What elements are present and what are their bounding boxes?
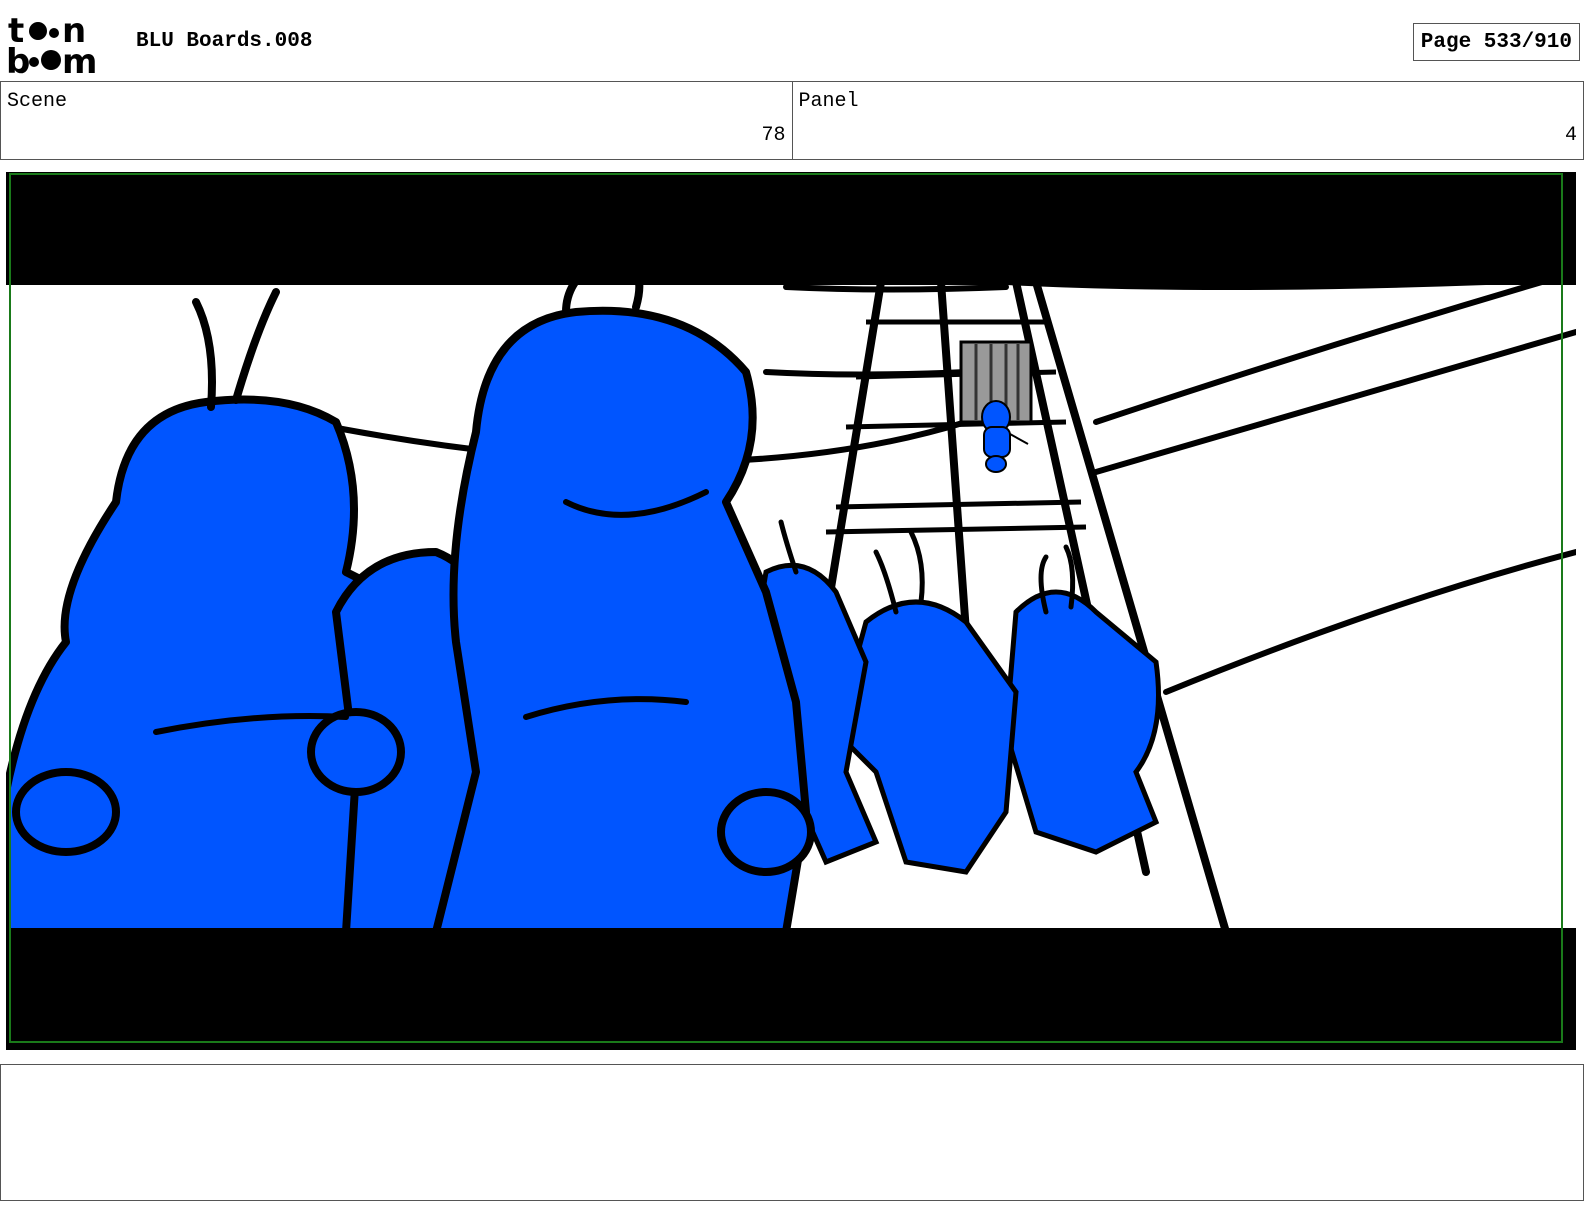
svg-text:m: m xyxy=(62,42,97,76)
scene-cell: Scene 78 xyxy=(1,82,792,159)
scene-panel-info: Scene 78 Panel 4 xyxy=(0,81,1584,160)
panel-cell: Panel 4 xyxy=(791,82,1584,159)
project-title: BLU Boards.008 xyxy=(136,30,313,53)
svg-text:b: b xyxy=(6,42,30,76)
scene-number: 78 xyxy=(761,124,786,147)
scene-label: Scene xyxy=(7,90,68,113)
panel-notes-area xyxy=(0,1064,1584,1201)
page-indicator: Page 533/910 xyxy=(1412,23,1580,61)
toonboom-logo: t n b m xyxy=(4,11,116,82)
panel-number: 4 xyxy=(1564,124,1577,147)
storyboard-panel-image xyxy=(6,172,1576,1050)
panel-label: Panel xyxy=(798,90,859,113)
